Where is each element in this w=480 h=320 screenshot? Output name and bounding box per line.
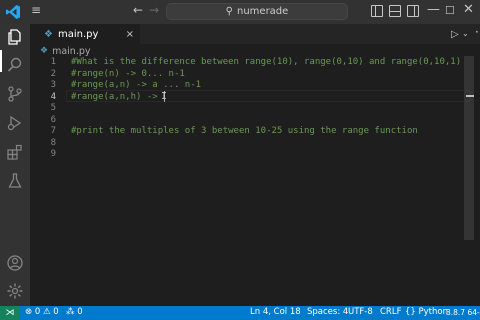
code-line[interactable]: 1 #What is the difference between range(… — [30, 56, 470, 68]
language-label: Python — [418, 307, 448, 317]
code-line[interactable]: 2 #range(n) -> 0... n-1 — [30, 68, 470, 80]
settings-gear-icon[interactable] — [6, 282, 24, 300]
forward-arrow-icon[interactable]: → — [149, 3, 159, 17]
tab-label: main.py — [57, 28, 99, 40]
tab-main-py[interactable]: ❖ main.py × — [30, 24, 140, 44]
code-text[interactable]: #range(a,n,h) -> — [71, 92, 163, 102]
code-text[interactable]: #print the multiples of 3 between 10-25 … — [71, 126, 418, 136]
warning-icon: ⚠ — [42, 307, 51, 317]
code-text[interactable]: #range(a,n) -> a ... n-1 — [71, 80, 201, 90]
code-line[interactable]: 9 — [30, 148, 470, 160]
scrollbar-thumb[interactable] — [464, 56, 474, 240]
code-line[interactable]: 7 #print the multiples of 3 between 10-2… — [30, 125, 470, 137]
toggle-primary-sidebar-icon[interactable] — [371, 5, 383, 17]
line-number: 8 — [50, 137, 56, 148]
python-interpreter-status[interactable]: 3.8.7 64-bit — [446, 308, 480, 317]
code-line[interactable]: 5 — [30, 102, 470, 114]
toggle-panel-icon[interactable] — [389, 5, 401, 17]
line-number: 9 — [50, 149, 56, 159]
breadcrumb-file[interactable]: main.py — [52, 46, 90, 57]
editor-tab-bar: ❖ main.py × ▷ ⌄ ··· — [30, 24, 480, 44]
ports-count: 0 — [77, 307, 83, 317]
line-number: 6 — [50, 114, 56, 125]
menu-icon[interactable]: ≡ — [31, 3, 42, 17]
line-number: 4 — [50, 91, 56, 102]
ports-status[interactable]: ⁂ 0 — [66, 307, 83, 317]
code-line-current[interactable]: 4 #range(a,n,h) -> I — [30, 91, 470, 103]
line-number: 1 — [50, 57, 56, 67]
status-bar: ⋊ ⊗ 0 ⚠ 0 ⁂ 0 Ln 4, Col 18 Spaces: 4 UTF… — [0, 306, 480, 320]
run-python-file-button[interactable]: ▷ — [451, 29, 459, 40]
code-editor[interactable]: 1 #What is the difference between range(… — [30, 56, 480, 306]
code-text[interactable]: #range(n) -> 0... n-1 — [71, 69, 185, 79]
error-count: 0 — [34, 307, 41, 317]
code-text-current[interactable]: #range(a,n,h) -> — [71, 91, 166, 102]
encoding-status[interactable]: UTF-8 — [348, 307, 373, 317]
active-indicator — [0, 50, 2, 72]
title-bar: ≡ ← → ⚲ numerade — ☐ ✕ — [0, 0, 480, 24]
line-number: 3 — [50, 80, 56, 90]
run-dropdown-icon[interactable]: ⌄ — [462, 29, 469, 38]
run-debug-icon[interactable] — [6, 114, 24, 132]
more-actions-button[interactable]: ··· — [475, 25, 480, 39]
language-mode-status[interactable]: {} Python — [405, 307, 448, 317]
radio-tower-icon: ⁂ — [66, 307, 75, 317]
tab-close-icon[interactable]: × — [126, 29, 134, 40]
cursor-position-status[interactable]: Ln 4, Col 18 — [250, 307, 301, 317]
code-line[interactable]: 6 — [30, 114, 470, 126]
mouse-ibeam-cursor-icon: I — [161, 90, 168, 102]
close-window-button[interactable]: ✕ — [463, 2, 474, 17]
line-number: 5 — [50, 103, 56, 113]
extensions-icon[interactable] — [6, 143, 24, 161]
search-icon: ⚲ — [225, 6, 233, 17]
minimize-button[interactable]: — — [427, 2, 440, 17]
problems-status[interactable]: ⊗ 0 ⚠ 0 — [25, 307, 59, 317]
eol-label[interactable]: CRLF — [380, 307, 401, 317]
source-control-icon[interactable] — [6, 85, 24, 103]
toggle-secondary-sidebar-icon[interactable] — [407, 5, 419, 17]
back-arrow-icon[interactable]: ← — [133, 3, 143, 17]
search-text: numerade — [237, 6, 289, 17]
code-line[interactable]: 3 #range(a,n) -> a ... n-1 — [30, 79, 470, 91]
code-text[interactable]: #What is the difference between range(10… — [71, 57, 461, 67]
python-file-icon: ❖ — [44, 28, 53, 40]
remote-indicator-icon[interactable]: ⋊ — [0, 306, 20, 320]
testing-flask-icon[interactable] — [6, 172, 24, 190]
line-number: 7 — [50, 126, 56, 136]
code-line[interactable]: 8 — [30, 137, 470, 149]
account-icon[interactable] — [6, 254, 24, 272]
search-icon[interactable] — [6, 56, 24, 74]
warning-count: 0 — [53, 307, 59, 317]
line-number: 2 — [50, 68, 56, 79]
maximize-button[interactable]: ☐ — [445, 4, 455, 17]
vscode-logo-icon — [6, 5, 20, 19]
vertical-scrollbar[interactable] — [464, 56, 474, 240]
activity-bar — [0, 24, 30, 306]
braces-icon: {} — [405, 307, 416, 317]
command-center-search[interactable]: ⚲ numerade — [166, 3, 348, 20]
error-icon: ⊗ — [25, 307, 33, 317]
indentation-status[interactable]: Spaces: 4 — [307, 307, 348, 317]
cursor-overview-marker — [466, 95, 474, 97]
explorer-icon[interactable] — [6, 28, 24, 46]
python-file-icon: ❖ — [40, 46, 49, 56]
